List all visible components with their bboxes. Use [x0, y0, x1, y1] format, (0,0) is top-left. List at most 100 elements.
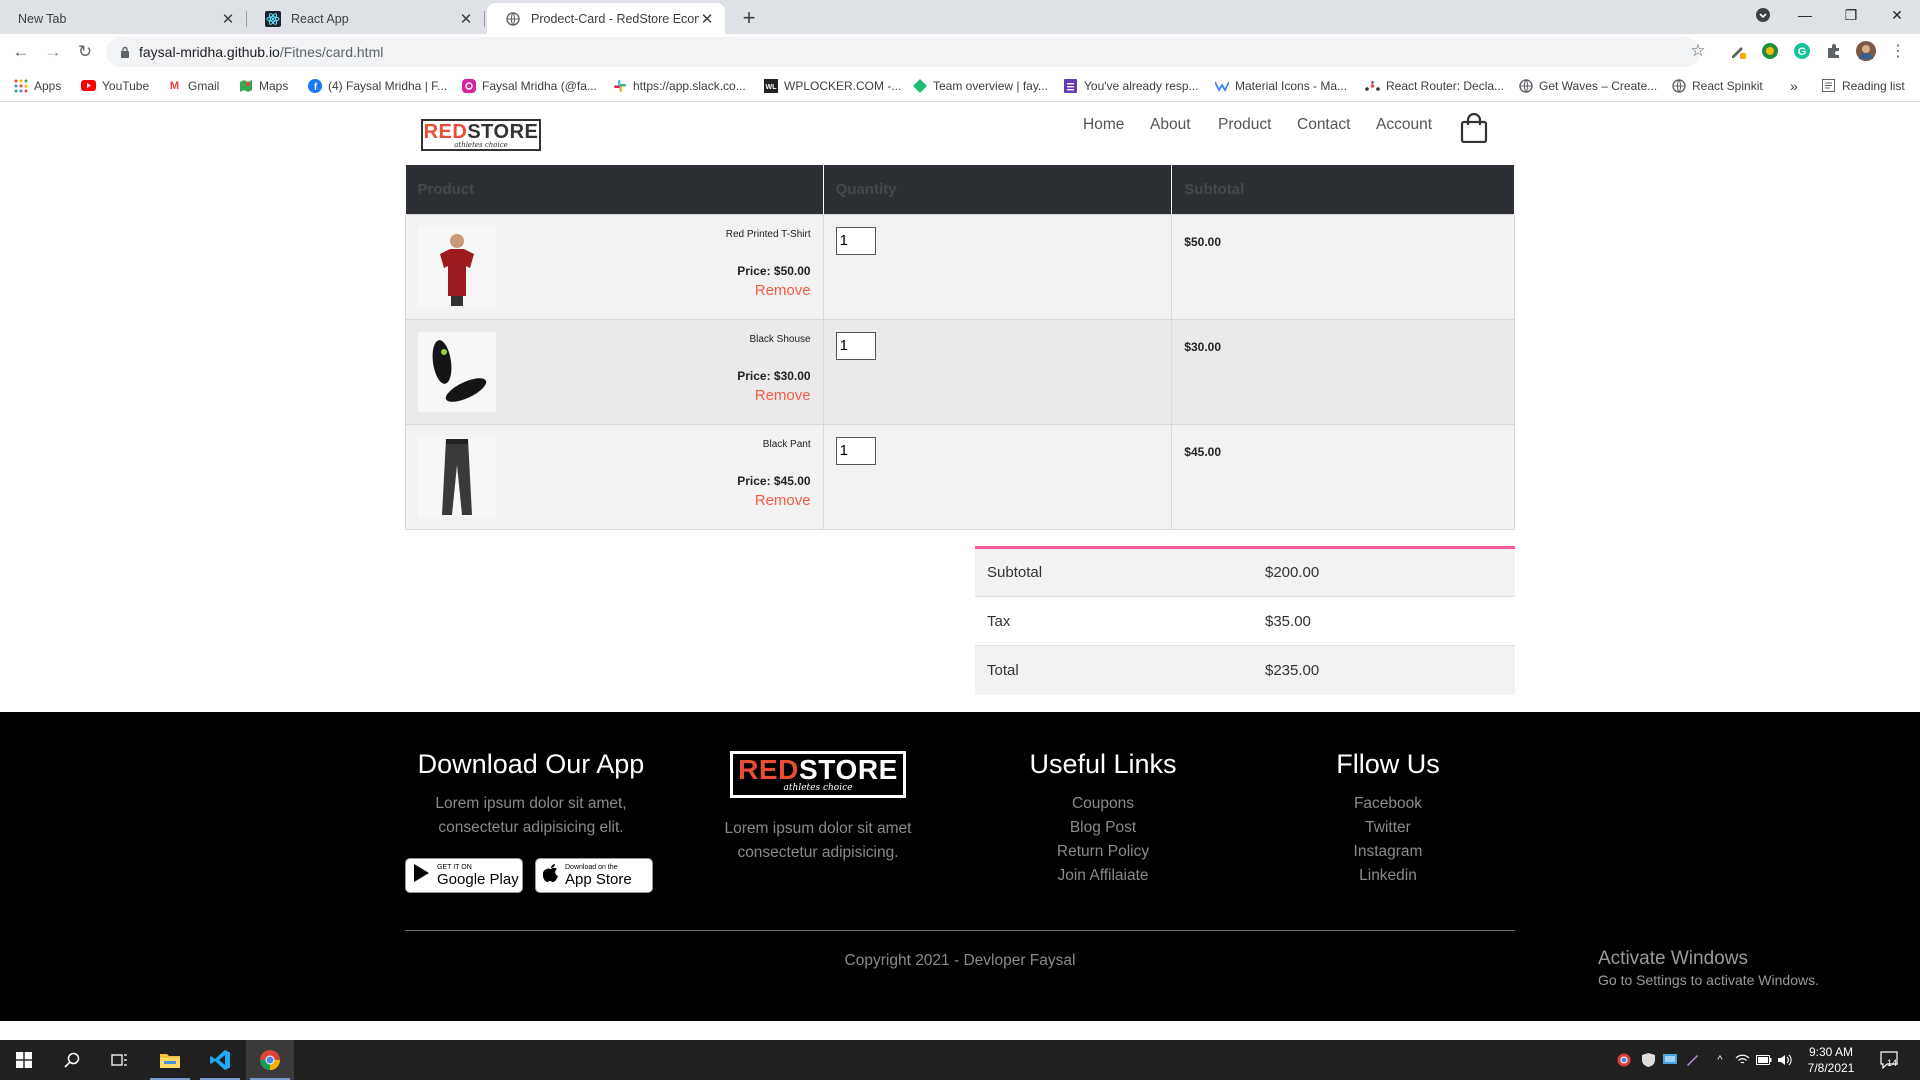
forward-arrow-icon[interactable]: →	[42, 41, 64, 63]
quantity-input[interactable]	[835, 226, 876, 255]
nav-account[interactable]: Account	[1376, 116, 1432, 134]
bookmark-wplocker[interactable]: WL WPLOCKER.COM -...	[763, 78, 901, 93]
bookmark-gmail[interactable]: M Gmail	[167, 78, 219, 93]
footer-link-linkedin[interactable]: Linkedin	[1288, 864, 1488, 888]
tray-chevron-icon[interactable]: ^	[1712, 1052, 1728, 1068]
tab-search-icon[interactable]	[1740, 0, 1786, 30]
bookmark-material-icons[interactable]: Material Icons - Ma...	[1214, 78, 1347, 93]
chrome-taskbar-icon[interactable]	[246, 1040, 294, 1080]
bookmark-react-router[interactable]: React Router: Decla...	[1365, 78, 1504, 93]
footer-link-twitter[interactable]: Twitter	[1288, 816, 1488, 840]
extension-green-icon[interactable]	[1760, 41, 1780, 61]
product-info: Black Shouse Price: $30.00 Remove	[737, 334, 810, 404]
black-pant-image	[418, 436, 496, 517]
product-name: Red Printed T-Shirt	[725, 228, 811, 240]
back-arrow-icon[interactable]: ←	[10, 41, 32, 63]
remove-link[interactable]: Remove	[737, 387, 811, 404]
bookmark-youtube[interactable]: YouTube	[81, 78, 149, 93]
product-info: Red Printed T-Shirt Price: $50.00 Remove	[726, 229, 811, 299]
tab-close-icon[interactable]: ✕	[220, 10, 236, 28]
globe-favicon-icon	[505, 11, 521, 27]
windows-start-icon[interactable]	[0, 1040, 48, 1080]
tray-chrome-icon[interactable]	[1616, 1052, 1632, 1068]
tab-react-app[interactable]: React App ✕	[247, 3, 485, 34]
new-tab-plus-icon[interactable]: +	[737, 6, 761, 30]
remove-link[interactable]: Remove	[726, 282, 811, 299]
reading-list[interactable]: Reading list	[1821, 78, 1905, 93]
reload-icon[interactable]: ↻	[74, 41, 96, 63]
nav-about[interactable]: About	[1150, 116, 1191, 134]
footer-link-instagram[interactable]: Instagram	[1288, 840, 1488, 864]
nav-product[interactable]: Product	[1218, 116, 1271, 134]
vscode-icon[interactable]	[196, 1040, 244, 1080]
site-logo[interactable]: REDSTORE athletes choice	[421, 119, 541, 151]
header-subtotal: Subtotal	[1171, 165, 1515, 214]
address-bar[interactable]: faysal-mridha.github.io/Fitnes/card.html	[106, 37, 1700, 67]
chrome-menu-icon[interactable]: ⋮	[1888, 41, 1908, 61]
notification-center-icon[interactable]: 14	[1878, 1051, 1904, 1069]
quantity-input[interactable]	[835, 436, 876, 465]
bookmark-star-icon[interactable]: ☆	[1688, 41, 1708, 61]
quantity-input[interactable]	[835, 331, 876, 360]
taskbar-clock[interactable]: 9:30 AM 7/8/2021	[1796, 1044, 1866, 1076]
close-window-icon[interactable]: ✕	[1874, 0, 1920, 30]
footer-link-blog-post[interactable]: Blog Post	[1003, 816, 1203, 840]
activate-windows-watermark: Activate Windows Go to Settings to activ…	[1598, 948, 1819, 988]
footer-link-join-affiliate[interactable]: Join Affilaiate	[1003, 864, 1203, 888]
extension-pen-icon[interactable]	[1728, 41, 1748, 61]
bookmark-forms[interactable]: You've already resp...	[1063, 78, 1199, 93]
google-play-big-text: Google Play	[437, 870, 519, 888]
footer-link-return-policy[interactable]: Return Policy	[1003, 840, 1203, 864]
tray-monitor-icon[interactable]	[1662, 1052, 1678, 1068]
footer-link-coupons[interactable]: Coupons	[1003, 792, 1203, 816]
extensions-puzzle-icon[interactable]	[1824, 41, 1844, 61]
grammarly-icon[interactable]: G	[1792, 41, 1812, 61]
windows-taskbar: ^ 9:30 AM 7/8/2021 14	[0, 1040, 1920, 1080]
logo-red-text: RED	[423, 120, 468, 143]
file-explorer-icon[interactable]	[146, 1040, 194, 1080]
tab-close-icon[interactable]: ✕	[458, 10, 474, 28]
page-content: REDSTORE athletes choice Home About Prod…	[0, 102, 1920, 1039]
bookmark-react-spinkit[interactable]: React Spinkit	[1671, 78, 1763, 93]
bookmark-get-waves[interactable]: Get Waves – Create...	[1518, 78, 1657, 93]
bookmark-team-overview[interactable]: Team overview | fay...	[912, 78, 1048, 93]
nav-contact[interactable]: Contact	[1297, 116, 1350, 134]
bookmarks-overflow-icon[interactable]: »	[1790, 78, 1798, 94]
tab-prodect-card[interactable]: Prodect-Card - RedStore Ecommerce ✕	[487, 3, 725, 34]
task-view-icon[interactable]	[96, 1040, 144, 1080]
tab-close-icon[interactable]: ✕	[699, 10, 715, 28]
footer-logo[interactable]: REDSTORE athletes choice	[730, 751, 906, 798]
nav-home[interactable]: Home	[1083, 116, 1124, 134]
tab-label: New Tab	[18, 11, 67, 26]
footer-follow-title: Fllow Us	[1336, 749, 1440, 779]
totals-row-total: Total $235.00	[975, 645, 1515, 695]
profile-avatar[interactable]	[1856, 41, 1876, 61]
search-icon[interactable]	[48, 1040, 96, 1080]
bookmark-label: React Spinkit	[1692, 78, 1763, 93]
bookmark-maps[interactable]: Maps	[238, 78, 288, 93]
bookmark-slack[interactable]: https://app.slack.co...	[612, 78, 746, 93]
wifi-icon[interactable]	[1734, 1052, 1750, 1068]
bookmark-facebook[interactable]: f (4) Faysal Mridha | F...	[307, 78, 447, 93]
app-store-big-text: App Store	[565, 870, 632, 888]
bookmark-apps[interactable]: Apps	[13, 78, 61, 93]
quantity-cell	[822, 213, 1173, 320]
remove-link[interactable]: Remove	[737, 492, 811, 509]
google-play-button[interactable]: GET IT ON Google Play	[405, 858, 523, 893]
app-store-button[interactable]: Download on the App Store	[535, 858, 653, 893]
shopping-bag-icon[interactable]	[1460, 112, 1488, 144]
totals-value: $235.00	[1253, 645, 1515, 695]
product-cell: Black Pant Price: $45.00 Remove	[405, 423, 824, 530]
volume-icon[interactable]	[1776, 1052, 1792, 1068]
minimize-icon[interactable]: —	[1782, 0, 1828, 30]
tray-shield-icon[interactable]	[1640, 1052, 1656, 1068]
youtube-icon	[81, 78, 96, 93]
footer-link-facebook[interactable]: Facebook	[1288, 792, 1488, 816]
battery-icon[interactable]	[1756, 1052, 1772, 1068]
tray-pen-icon[interactable]	[1684, 1052, 1700, 1068]
bookmark-instagram[interactable]: Faysal Mridha (@fa...	[461, 78, 597, 93]
react-router-icon	[1365, 78, 1380, 93]
restore-icon[interactable]: ❐	[1828, 0, 1874, 30]
row-subtotal: $50.00	[1171, 213, 1515, 320]
tab-new-tab[interactable]: New Tab ✕	[0, 3, 247, 34]
